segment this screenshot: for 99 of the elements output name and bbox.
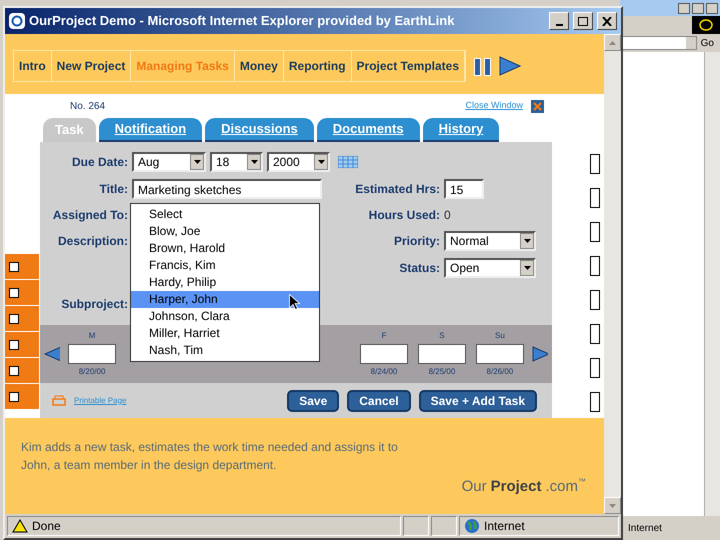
title-field[interactable]: Marketing sketches <box>132 179 322 199</box>
mouse-pointer-icon <box>289 294 300 310</box>
year-select[interactable]: 2000 <box>267 152 330 172</box>
description-label: Description: <box>56 233 128 250</box>
assignee-option[interactable]: Select <box>131 206 319 223</box>
hours-used-label: Hours Used: <box>368 207 440 224</box>
day-label: F <box>382 330 386 342</box>
dialog-tab[interactable]: History <box>422 118 500 142</box>
status-select[interactable]: Open <box>444 258 536 278</box>
row-checkbox[interactable] <box>9 340 19 350</box>
day-date: 8/25/00 <box>428 366 456 378</box>
dialog-tab[interactable]: Notification <box>98 118 202 142</box>
status-zone: Internet <box>459 516 619 536</box>
minimize-icon <box>556 24 562 26</box>
minimize-button[interactable] <box>549 12 569 30</box>
row-checkbox[interactable] <box>590 290 600 310</box>
estimated-hrs-label: Estimated Hrs: <box>354 181 440 198</box>
close-icon <box>602 16 612 26</box>
previous-week-icon[interactable] <box>44 346 60 362</box>
assigned-to-listbox[interactable]: Select Blow, Joe Brown, Harold Francis, Kim Hardy, Philip Harper, John Johnson, Clara Miller, Harriet Nash, Tim <box>130 203 320 362</box>
warning-icon <box>12 519 28 533</box>
nav-tab[interactable]: Intro <box>14 51 52 81</box>
row-checkbox[interactable] <box>590 222 600 242</box>
row-checkbox[interactable] <box>9 392 19 402</box>
day-select[interactable]: 18 <box>210 152 263 172</box>
assignee-option[interactable]: Miller, Harriet <box>131 325 319 342</box>
row-checkbox[interactable] <box>590 324 600 344</box>
subproject-label: Subproject: <box>60 296 128 313</box>
close-window-link[interactable]: Close Window <box>465 99 523 113</box>
status-zone: Internet <box>628 522 662 536</box>
day-hours-field[interactable] <box>360 344 408 364</box>
close-icon[interactable] <box>706 2 718 14</box>
nav-tab[interactable]: Project Templates <box>352 51 466 81</box>
minimize-icon[interactable] <box>678 2 690 14</box>
assignee-option[interactable]: Johnson, Clara <box>131 308 319 325</box>
row-checkbox[interactable] <box>590 392 600 412</box>
window-title: OurProject Demo - Microsoft Internet Explorer provided by EarthLink <box>29 12 456 30</box>
status-pane <box>431 516 457 536</box>
day-label: S <box>439 330 445 342</box>
close-icon[interactable] <box>531 100 544 112</box>
day-date: 8/24/00 <box>370 366 398 378</box>
maximize-icon <box>578 16 588 26</box>
maximize-button[interactable] <box>573 12 593 30</box>
priority-select[interactable]: Normal <box>444 231 536 251</box>
dialog-button[interactable]: Cancel <box>347 390 411 412</box>
row-checkbox[interactable] <box>9 288 19 298</box>
title-label: Title: <box>98 181 128 198</box>
next-week-icon[interactable] <box>532 346 548 362</box>
row-checkbox[interactable] <box>590 154 600 174</box>
day-label: M <box>88 330 96 342</box>
day-label: Su <box>495 330 505 342</box>
nav-tab[interactable]: New Project <box>52 51 132 81</box>
assignee-option[interactable]: Nash, Tim <box>131 342 319 359</box>
globe-icon <box>464 518 480 534</box>
status-pane <box>403 516 429 536</box>
ourproject-logo: Our Project .com™ <box>462 476 586 497</box>
due-date-label: Due Date: <box>70 154 128 171</box>
priority-label: Priority: <box>392 233 440 250</box>
hours-used-value: 0 <box>444 207 452 224</box>
browser-logo-icon <box>692 16 720 34</box>
row-checkbox[interactable] <box>590 358 600 378</box>
caption-text: Kim adds a new task, estimates the work time needed and assigns it to John, a team member in the design department. <box>21 439 399 474</box>
assigned-to-label: Assigned To: <box>52 207 128 224</box>
nav-tab[interactable]: Reporting <box>284 51 352 81</box>
scroll-down-icon[interactable] <box>604 497 621 514</box>
day-date: 8/20/00 <box>78 366 106 378</box>
status-text: Done <box>7 516 401 536</box>
task-number: No. 264 <box>70 100 106 114</box>
play-icon[interactable] <box>499 56 522 76</box>
day-hours-field[interactable] <box>68 344 116 364</box>
assignee-option[interactable]: Hardy, Philip <box>131 274 319 291</box>
assignee-option[interactable]: Brown, Harold <box>131 240 319 257</box>
browser-icon <box>9 13 25 29</box>
dialog-button[interactable]: Save <box>287 390 340 412</box>
row-checkbox[interactable] <box>9 366 19 376</box>
day-hours-field[interactable] <box>418 344 466 364</box>
nav-tab[interactable]: Money <box>234 51 284 81</box>
day-date: 8/26/00 <box>486 366 514 378</box>
address-field[interactable] <box>622 36 697 50</box>
dialog-button[interactable]: Save + Add Task <box>418 390 537 412</box>
assignee-option[interactable]: Blow, Joe <box>131 223 319 240</box>
pause-icon[interactable] <box>474 58 492 76</box>
row-checkbox[interactable] <box>9 314 19 324</box>
assignee-option[interactable]: Francis, Kim <box>131 257 319 274</box>
status-label: Status: <box>398 260 440 277</box>
row-checkbox[interactable] <box>590 256 600 276</box>
scrollbar[interactable] <box>604 34 621 514</box>
scrollbar[interactable] <box>704 52 720 516</box>
day-hours-field[interactable] <box>476 344 524 364</box>
row-checkbox[interactable] <box>9 262 19 272</box>
estimated-hrs-field[interactable]: 15 <box>444 179 484 199</box>
dialog-tab[interactable]: Documents <box>316 118 420 142</box>
month-select[interactable]: Aug <box>132 152 206 172</box>
go-button[interactable]: Go <box>700 36 718 50</box>
row-checkbox[interactable] <box>590 188 600 208</box>
close-button[interactable] <box>597 12 617 30</box>
assignee-option[interactable]: Harper, John <box>131 291 319 308</box>
restore-icon[interactable] <box>692 2 704 14</box>
dialog-tab[interactable]: Discussions <box>205 118 314 142</box>
